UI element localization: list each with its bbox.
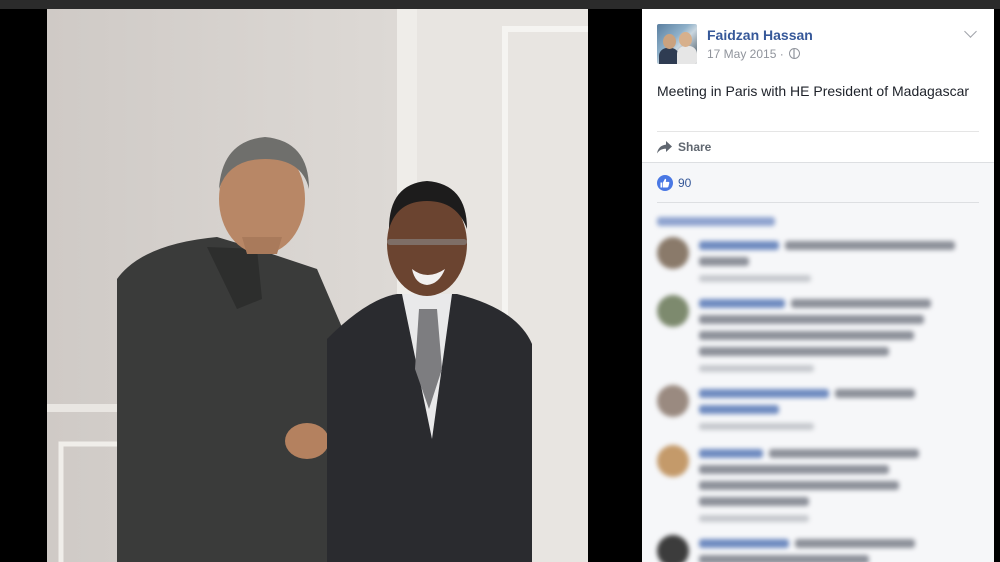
photo-illustration bbox=[47, 9, 588, 562]
comment-text bbox=[699, 331, 914, 340]
avatar bbox=[657, 237, 689, 269]
share-button[interactable]: Share bbox=[657, 137, 711, 157]
reactions-and-comments: 90 bbox=[642, 162, 994, 562]
like-summary[interactable]: 90 bbox=[657, 175, 691, 191]
comment-time bbox=[699, 423, 814, 430]
post-photo[interactable] bbox=[47, 9, 588, 562]
date-separator: · bbox=[779, 47, 784, 61]
comment-author bbox=[699, 389, 829, 398]
avatar-figure bbox=[677, 46, 697, 64]
post-date[interactable]: 17 May 2015 bbox=[707, 47, 776, 61]
comment-author bbox=[699, 449, 763, 458]
thumbs-up-glyph bbox=[660, 178, 670, 188]
chevron-down-icon[interactable] bbox=[964, 25, 977, 38]
comment-text bbox=[769, 449, 919, 458]
avatar-figure bbox=[659, 48, 679, 64]
comment-text bbox=[699, 347, 889, 356]
top-bar bbox=[0, 0, 1000, 9]
comment-text bbox=[699, 465, 889, 474]
comment-text bbox=[785, 241, 955, 250]
comment-text bbox=[699, 315, 924, 324]
avatar[interactable] bbox=[657, 24, 697, 64]
comment-author bbox=[699, 241, 779, 250]
share-arrow-icon bbox=[657, 140, 672, 153]
divider bbox=[657, 131, 979, 132]
globe-icon[interactable] bbox=[789, 48, 801, 59]
post-side-panel: Faidzan Hassan 17 May 2015 · Meeting in … bbox=[642, 9, 994, 562]
post-text: Meeting in Paris with HE President of Ma… bbox=[657, 83, 970, 99]
comment-text bbox=[699, 497, 809, 506]
comment-time bbox=[699, 365, 814, 372]
comment-time bbox=[699, 275, 811, 282]
divider bbox=[657, 202, 979, 203]
comment-time bbox=[699, 515, 809, 522]
avatar bbox=[657, 385, 689, 417]
avatar bbox=[657, 445, 689, 477]
post-header: Faidzan Hassan 17 May 2015 · bbox=[657, 24, 979, 66]
comment-text bbox=[791, 299, 931, 308]
avatar-face bbox=[679, 32, 692, 47]
comment-text bbox=[699, 481, 899, 490]
comment-author bbox=[699, 299, 785, 308]
avatar-face bbox=[663, 34, 676, 49]
comment-text bbox=[699, 555, 869, 562]
avatar bbox=[657, 295, 689, 327]
view-more-comments-link[interactable] bbox=[657, 217, 775, 226]
thumbs-up-icon bbox=[657, 175, 673, 191]
comment-author bbox=[699, 539, 789, 548]
avatar bbox=[657, 535, 689, 562]
author-name[interactable]: Faidzan Hassan bbox=[707, 27, 813, 43]
share-label: Share bbox=[678, 140, 712, 154]
like-count: 90 bbox=[678, 176, 692, 190]
blurred-comments bbox=[642, 207, 994, 562]
comment-text bbox=[835, 389, 915, 398]
comment-tag bbox=[699, 405, 779, 414]
post-meta: 17 May 2015 · bbox=[707, 47, 801, 61]
comment-text bbox=[699, 257, 749, 266]
comment-text bbox=[795, 539, 915, 548]
